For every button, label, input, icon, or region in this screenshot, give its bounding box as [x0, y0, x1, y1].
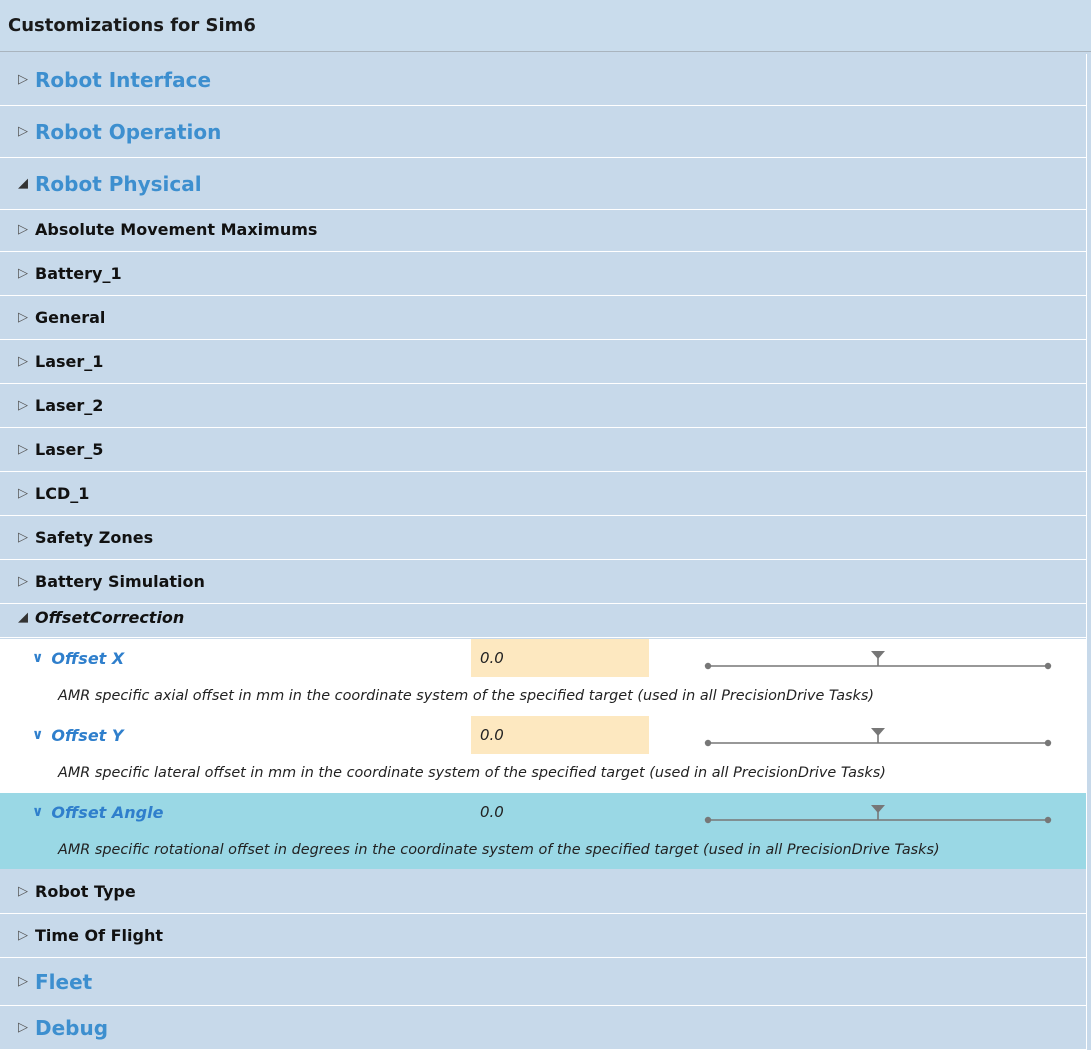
group-label: Safety Zones	[35, 528, 154, 547]
group-label: Laser_5	[35, 440, 104, 459]
property-name[interactable]: ∨ Offset Y	[32, 716, 123, 754]
group-label: Battery_1	[35, 264, 122, 283]
group-label: Laser_1	[35, 352, 104, 371]
section-label: Robot Interface	[35, 67, 212, 92]
panel-title: Customizations for Sim6	[0, 0, 1091, 52]
chevron-down-icon[interactable]: ∨	[32, 727, 43, 743]
section-robot-interface[interactable]: ▷ Robot Interface	[0, 54, 1086, 106]
expand-triangle-icon: ▷	[18, 124, 28, 139]
offset-y-slider[interactable]	[700, 724, 1056, 748]
expand-triangle-icon: ▷	[18, 1020, 28, 1035]
property-name[interactable]: ∨ Offset Angle	[32, 793, 163, 831]
group-lcd-1[interactable]: ▷ LCD_1	[0, 472, 1086, 516]
slider-thumb[interactable]	[871, 651, 885, 666]
group-safety-zones[interactable]: ▷ Safety Zones	[0, 516, 1086, 560]
group-general[interactable]: ▷ General	[0, 296, 1086, 340]
expand-triangle-icon: ▷	[18, 928, 28, 943]
group-label: Time Of Flight	[35, 926, 164, 945]
property-label: Offset X	[51, 648, 125, 668]
expand-triangle-icon: ▷	[18, 974, 28, 989]
group-time-of-flight[interactable]: ▷ Time Of Flight	[0, 914, 1086, 958]
slider-min-dot	[704, 816, 712, 824]
expand-triangle-icon: ▷	[18, 884, 28, 899]
expand-triangle-icon: ▷	[18, 574, 28, 589]
section-label: Debug	[35, 1015, 109, 1040]
chevron-down-icon[interactable]: ∨	[32, 650, 43, 666]
expand-triangle-icon: ▷	[18, 310, 28, 325]
group-laser-1[interactable]: ▷ Laser_1	[0, 340, 1086, 384]
expand-triangle-icon: ▷	[18, 398, 28, 413]
slider-max-dot	[1044, 816, 1052, 824]
property-offset-angle: ∨ Offset Angle 0.0 AMR specific rotation…	[0, 793, 1086, 869]
property-description: AMR specific rotational offset in degree…	[58, 842, 940, 858]
property-label: Offset Y	[51, 725, 124, 745]
property-label: Offset Angle	[51, 802, 164, 822]
group-laser-2[interactable]: ▷ Laser_2	[0, 384, 1086, 428]
section-label: Robot Physical	[35, 171, 202, 196]
group-label: Absolute Movement Maximums	[35, 220, 318, 239]
expand-triangle-icon: ▷	[18, 486, 28, 501]
collapse-triangle-icon: ◢	[18, 176, 28, 191]
property-description: AMR specific lateral offset in mm in the…	[58, 765, 886, 781]
offset-angle-value-field[interactable]: 0.0	[471, 793, 649, 831]
collapse-triangle-icon: ◢	[18, 610, 28, 625]
group-laser-5[interactable]: ▷ Laser_5	[0, 428, 1086, 472]
expand-triangle-icon: ▷	[18, 72, 28, 87]
section-debug[interactable]: ▷ Debug	[0, 1006, 1086, 1050]
section-label: Robot Operation	[35, 119, 222, 144]
slider-min-dot	[704, 662, 712, 670]
expand-triangle-icon: ▷	[18, 222, 28, 237]
group-label: Battery Simulation	[35, 572, 205, 591]
property-offset-y: ∨ Offset Y 0.0 AMR specific lateral offs…	[0, 716, 1086, 793]
customizations-panel: Customizations for Sim6 ▷ Robot Interfac…	[0, 0, 1091, 1050]
group-absolute-movement-maximums[interactable]: ▷ Absolute Movement Maximums	[0, 208, 1086, 252]
slider-max-dot	[1044, 662, 1052, 670]
slider-max-dot	[1044, 739, 1052, 747]
expand-triangle-icon: ▷	[18, 266, 28, 281]
group-robot-type[interactable]: ▷ Robot Type	[0, 870, 1086, 914]
offset-x-value-field[interactable]: 0.0	[471, 639, 649, 677]
expand-triangle-icon: ▷	[18, 354, 28, 369]
chevron-down-icon[interactable]: ∨	[32, 804, 43, 820]
section-label: Fleet	[35, 969, 93, 994]
group-label: LCD_1	[35, 484, 90, 503]
group-label: General	[35, 308, 106, 327]
panel-edge	[1086, 54, 1087, 1050]
property-name[interactable]: ∨ Offset X	[32, 639, 124, 677]
section-robot-physical[interactable]: ◢ Robot Physical	[0, 158, 1086, 210]
slider-thumb[interactable]	[871, 805, 885, 820]
slider-min-dot	[704, 739, 712, 747]
section-fleet[interactable]: ▷ Fleet	[0, 958, 1086, 1006]
group-battery-1[interactable]: ▷ Battery_1	[0, 252, 1086, 296]
offset-angle-slider[interactable]	[700, 801, 1056, 825]
expand-triangle-icon: ▷	[18, 442, 28, 457]
group-offset-correction[interactable]: ◢ OffsetCorrection	[0, 598, 1086, 638]
group-label: Robot Type	[35, 882, 136, 901]
expand-triangle-icon: ▷	[18, 530, 28, 545]
offset-y-value-field[interactable]: 0.0	[471, 716, 649, 754]
offset-x-slider[interactable]	[700, 647, 1056, 671]
slider-thumb[interactable]	[871, 728, 885, 743]
property-description: AMR specific axial offset in mm in the c…	[58, 688, 874, 704]
property-offset-x: ∨ Offset X 0.0 AMR specific axial offset…	[0, 639, 1086, 716]
section-robot-operation[interactable]: ▷ Robot Operation	[0, 106, 1086, 158]
group-label: OffsetCorrection	[35, 608, 185, 627]
group-label: Laser_2	[35, 396, 104, 415]
